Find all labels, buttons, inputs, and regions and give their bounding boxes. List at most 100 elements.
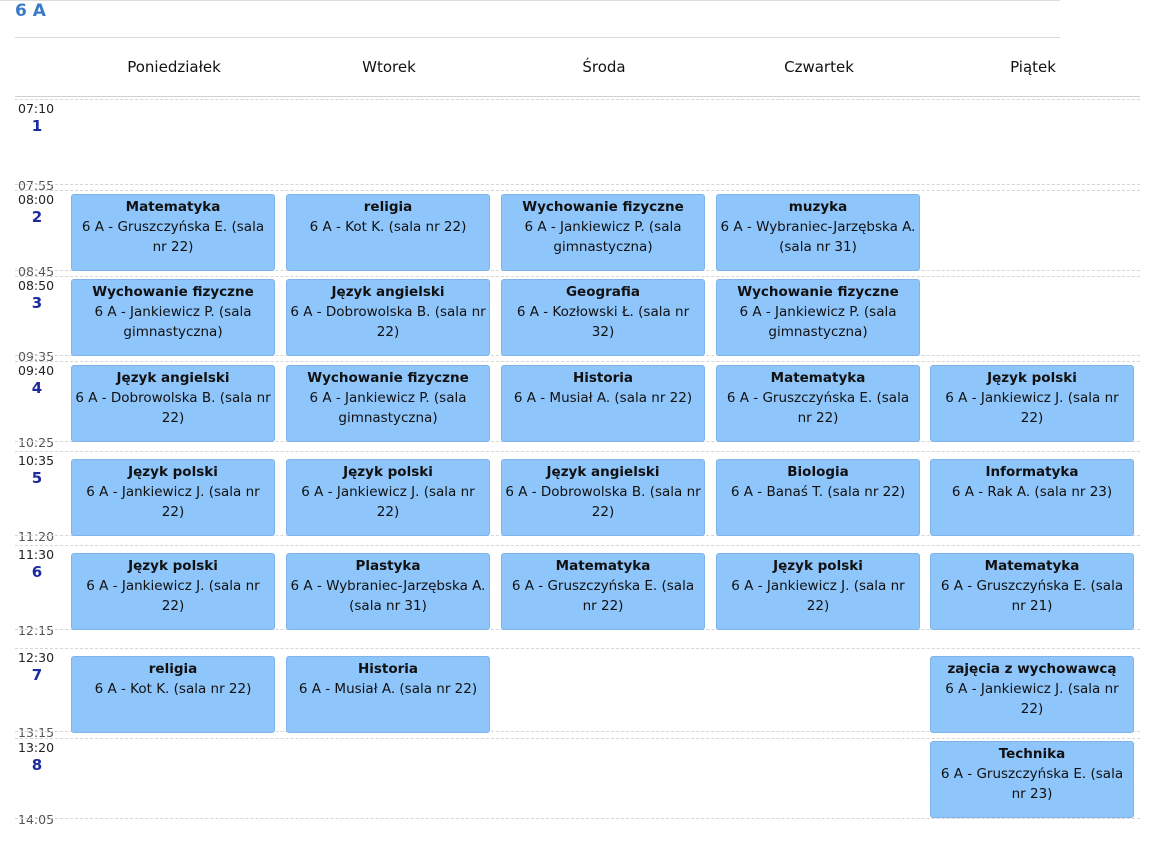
lesson-block[interactable]: Technika 6 A - Gruszczyńska E. (sala nr 2… (930, 741, 1134, 818)
period-start-time: 13:20 (18, 740, 55, 755)
period-start-time: 07:10 (18, 101, 55, 116)
lesson-block[interactable]: Wychowanie fizyczne 6 A - Jankiewicz P. (… (501, 194, 705, 271)
lesson-subject: Geografia (565, 284, 641, 300)
period-number: 6 (31, 563, 43, 581)
header-divider (15, 96, 1140, 97)
lesson-details: 6 A - Jankiewicz P. (sala gimnastyczna) (524, 219, 682, 255)
lesson-details: 6 A - Jankiewicz J. (sala nr 22) (301, 484, 475, 520)
day-header: Środa (582, 58, 626, 76)
period-start-time: 09:40 (18, 363, 55, 378)
lesson-details: 6 A - Kot K. (sala nr 22) (309, 219, 467, 235)
period-start-line (15, 99, 1140, 100)
lesson-subject: Język angielski (331, 284, 445, 300)
period-end-time: 12:15 (18, 623, 55, 638)
lesson-block[interactable]: Wychowanie fizyczne 6 A - Jankiewicz P. (… (716, 279, 920, 356)
lesson-block[interactable]: religia 6 A - Kot K. (sala nr 22) (71, 656, 275, 733)
lesson-subject: Historia (357, 661, 419, 677)
lesson-subject: muzyka (788, 199, 848, 215)
lesson-subject: Język polski (128, 558, 218, 574)
lesson-block[interactable]: Historia 6 A - Musiał A. (sala nr 22) (286, 656, 490, 733)
lesson-block[interactable]: Wychowanie fizyczne 6 A - Jankiewicz P. (… (286, 365, 490, 442)
lesson-subject: Technika (998, 746, 1066, 762)
period-end-line (15, 184, 1140, 185)
lesson-subject: Wychowanie fizyczne (522, 199, 684, 215)
period-start-line (15, 648, 1140, 649)
lesson-subject: Język angielski (116, 370, 230, 386)
lesson-block[interactable]: religia 6 A - Kot K. (sala nr 22) (286, 194, 490, 271)
period-end-time: 10:25 (18, 435, 55, 450)
period-start-line (15, 276, 1140, 277)
lesson-block[interactable]: Geografia 6 A - Kozłowski Ł. (sala nr 32) (501, 279, 705, 356)
lesson-block[interactable]: Język angielski 6 A - Dobrowolska B. (sal… (71, 365, 275, 442)
lesson-details: 6 A - Musiał A. (sala nr 22) (513, 390, 693, 406)
period-start-line (15, 190, 1140, 191)
period-start-line (15, 451, 1140, 452)
lesson-details: 6 A - Rak A. (sala nr 23) (951, 484, 1113, 500)
lesson-details: 6 A - Jankiewicz J. (sala nr 22) (86, 484, 260, 520)
lesson-subject: Matematyka (770, 370, 866, 386)
lesson-details: 6 A - Dobrowolska B. (sala nr 22) (505, 484, 701, 520)
lesson-subject: Język polski (343, 464, 433, 480)
lesson-details: 6 A - Jankiewicz J. (sala nr 22) (731, 578, 905, 614)
lesson-block[interactable]: Informatyka 6 A - Rak A. (sala nr 23) (930, 459, 1134, 536)
period-number: 3 (31, 294, 43, 312)
lesson-block[interactable]: Biologia 6 A - Banaś T. (sala nr 22) (716, 459, 920, 536)
lesson-block[interactable]: Wychowanie fizyczne 6 A - Jankiewicz P. (… (71, 279, 275, 356)
lesson-details: 6 A - Gruszczyńska E. (sala nr 22) (81, 219, 265, 255)
period-start-line (15, 738, 1140, 739)
period-end-time: 11:20 (18, 529, 55, 544)
day-header: Wtorek (362, 58, 416, 76)
lesson-block[interactable]: Język polski 6 A - Jankiewicz J. (sala nr… (71, 459, 275, 536)
lesson-subject: religia (363, 199, 413, 215)
lesson-details: 6 A - Jankiewicz P. (sala gimnastyczna) (309, 390, 467, 426)
lesson-details: 6 A - Musiał A. (sala nr 22) (298, 681, 478, 697)
lesson-block[interactable]: Matematyka 6 A - Gruszczyńska E. (sala nr… (71, 194, 275, 271)
lesson-details: 6 A - Gruszczyńska E. (sala nr 23) (940, 766, 1124, 802)
lesson-details: 6 A - Dobrowolska B. (sala nr 22) (75, 390, 271, 426)
lesson-block[interactable]: zajęcia z wychowawcą 6 A - Jankiewicz J. … (930, 656, 1134, 733)
lesson-subject: Matematyka (125, 199, 221, 215)
period-start-time: 12:30 (18, 650, 55, 665)
lesson-details: 6 A - Jankiewicz P. (sala gimnastyczna) (94, 304, 252, 340)
lesson-subject: zajęcia z wychowawcą (947, 661, 1117, 677)
lesson-subject: Wychowanie fizyczne (92, 284, 254, 300)
lesson-subject: Biologia (787, 464, 849, 480)
period-end-line (15, 818, 1140, 819)
lesson-subject: Informatyka (985, 464, 1079, 480)
period-start-time: 11:30 (18, 547, 55, 562)
period-end-time: 14:05 (18, 812, 55, 827)
lesson-details: 6 A - Kot K. (sala nr 22) (94, 681, 252, 697)
lesson-details: 6 A - Banaś T. (sala nr 22) (730, 484, 906, 500)
period-number: 1 (31, 117, 43, 135)
lesson-block[interactable]: Język angielski 6 A - Dobrowolska B. (sal… (501, 459, 705, 536)
lesson-subject: Plastyka (355, 558, 421, 574)
lesson-block[interactable]: Język polski 6 A - Jankiewicz J. (sala nr… (930, 365, 1134, 442)
lesson-subject: Matematyka (984, 558, 1080, 574)
lesson-block[interactable]: Historia 6 A - Musiał A. (sala nr 22) (501, 365, 705, 442)
period-number: 5 (31, 469, 43, 487)
period-number: 7 (31, 666, 43, 684)
lesson-details: 6 A - Jankiewicz J. (sala nr 22) (86, 578, 260, 614)
lesson-details: 6 A - Wybraniec-Jarzębska A. (sala nr 31… (720, 219, 916, 255)
page-title: 6 A (15, 1, 46, 21)
lesson-details: 6 A - Jankiewicz J. (sala nr 22) (945, 390, 1119, 426)
top-divider (0, 0, 1060, 1)
lesson-block[interactable]: Matematyka 6 A - Gruszczyńska E. (sala nr… (716, 365, 920, 442)
lesson-subject: Historia (572, 370, 634, 386)
lesson-block[interactable]: muzyka 6 A - Wybraniec-Jarzębska A. (sala… (716, 194, 920, 271)
lesson-block[interactable]: Język polski 6 A - Jankiewicz J. (sala nr… (286, 459, 490, 536)
period-number: 2 (31, 208, 43, 226)
lesson-details: 6 A - Dobrowolska B. (sala nr 22) (290, 304, 486, 340)
lesson-subject: Wychowanie fizyczne (737, 284, 899, 300)
lesson-details: 6 A - Jankiewicz P. (sala gimnastyczna) (739, 304, 897, 340)
title-divider (15, 37, 1060, 38)
lesson-block[interactable]: Matematyka 6 A - Gruszczyńska E. (sala nr… (501, 553, 705, 630)
lesson-block[interactable]: Matematyka 6 A - Gruszczyńska E. (sala nr… (930, 553, 1134, 630)
lesson-details: 6 A - Wybraniec-Jarzębska A. (sala nr 31… (290, 578, 486, 614)
lesson-block[interactable]: Plastyka 6 A - Wybraniec-Jarzębska A. (sa… (286, 553, 490, 630)
lesson-block[interactable]: Język polski 6 A - Jankiewicz J. (sala nr… (71, 553, 275, 630)
lesson-block[interactable]: Język angielski 6 A - Dobrowolska B. (sal… (286, 279, 490, 356)
lesson-block[interactable]: Język polski 6 A - Jankiewicz J. (sala nr… (716, 553, 920, 630)
lesson-subject: Język angielski (546, 464, 660, 480)
lesson-details: 6 A - Gruszczyńska E. (sala nr 22) (726, 390, 910, 426)
